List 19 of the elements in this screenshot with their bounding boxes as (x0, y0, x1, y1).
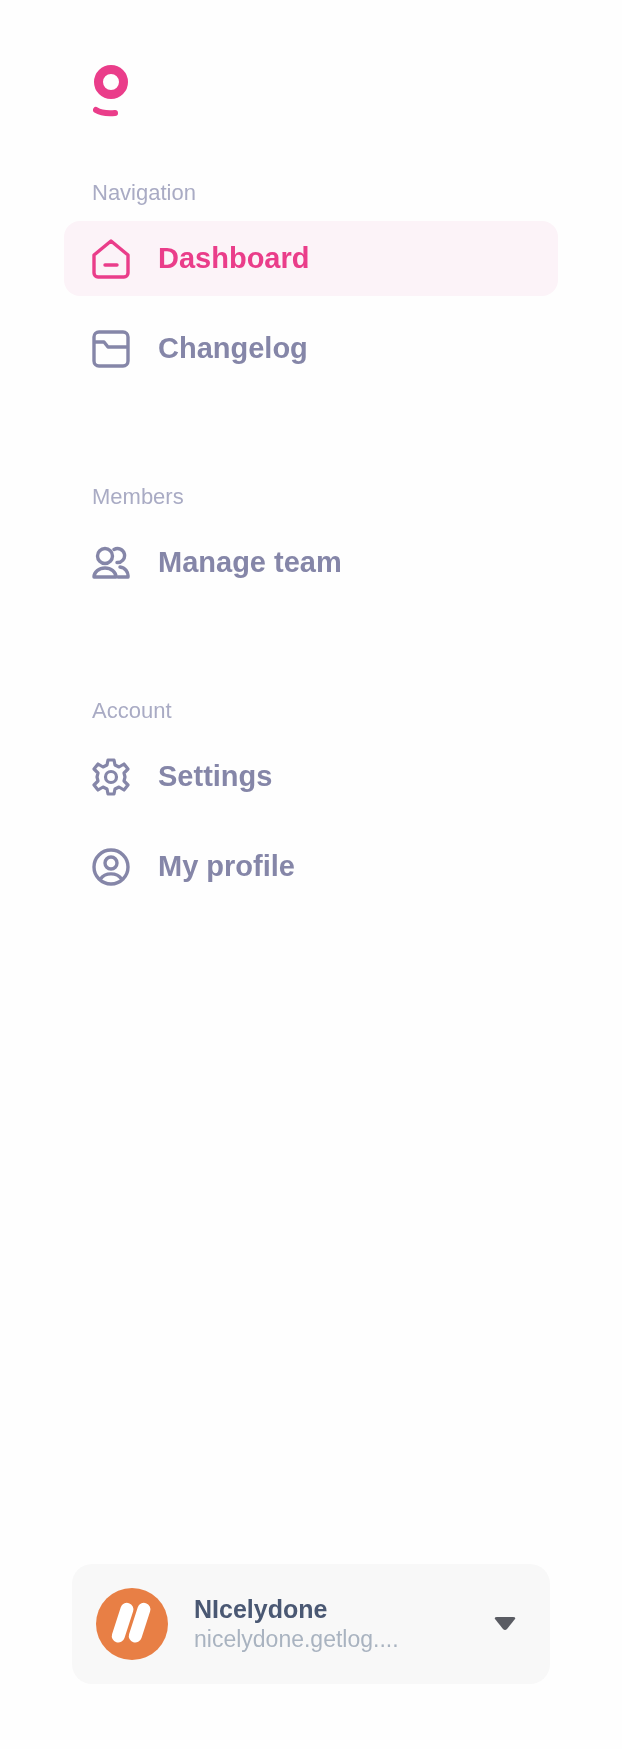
nav-item[interactable]: Changelog (64, 311, 558, 386)
workspace-url: nicelydone.getlog.... (194, 1626, 400, 1653)
account-switcher[interactable]: NIcelydone nicelydone.getlog.... (72, 1564, 550, 1684)
nav-item[interactable]: Settings (64, 739, 558, 814)
nav-item[interactable]: My profile (64, 829, 558, 904)
caret-icon[interactable] (494, 1617, 516, 1631)
logo-icon (93, 65, 129, 117)
folder-icon (92, 329, 130, 368)
nav-item[interactable]: Dashboard (64, 221, 558, 296)
team-icon (92, 545, 130, 580)
avatar-icon (96, 1588, 168, 1660)
home-icon (92, 238, 130, 279)
workspace-name: NIcelydone (194, 1595, 329, 1624)
section-label: Account (92, 698, 173, 724)
profile-icon (92, 847, 130, 886)
section-label: Members (92, 484, 185, 510)
settings-icon (92, 757, 130, 796)
nav-item[interactable]: Manage team (64, 525, 558, 600)
section-label: Navigation (92, 180, 197, 206)
